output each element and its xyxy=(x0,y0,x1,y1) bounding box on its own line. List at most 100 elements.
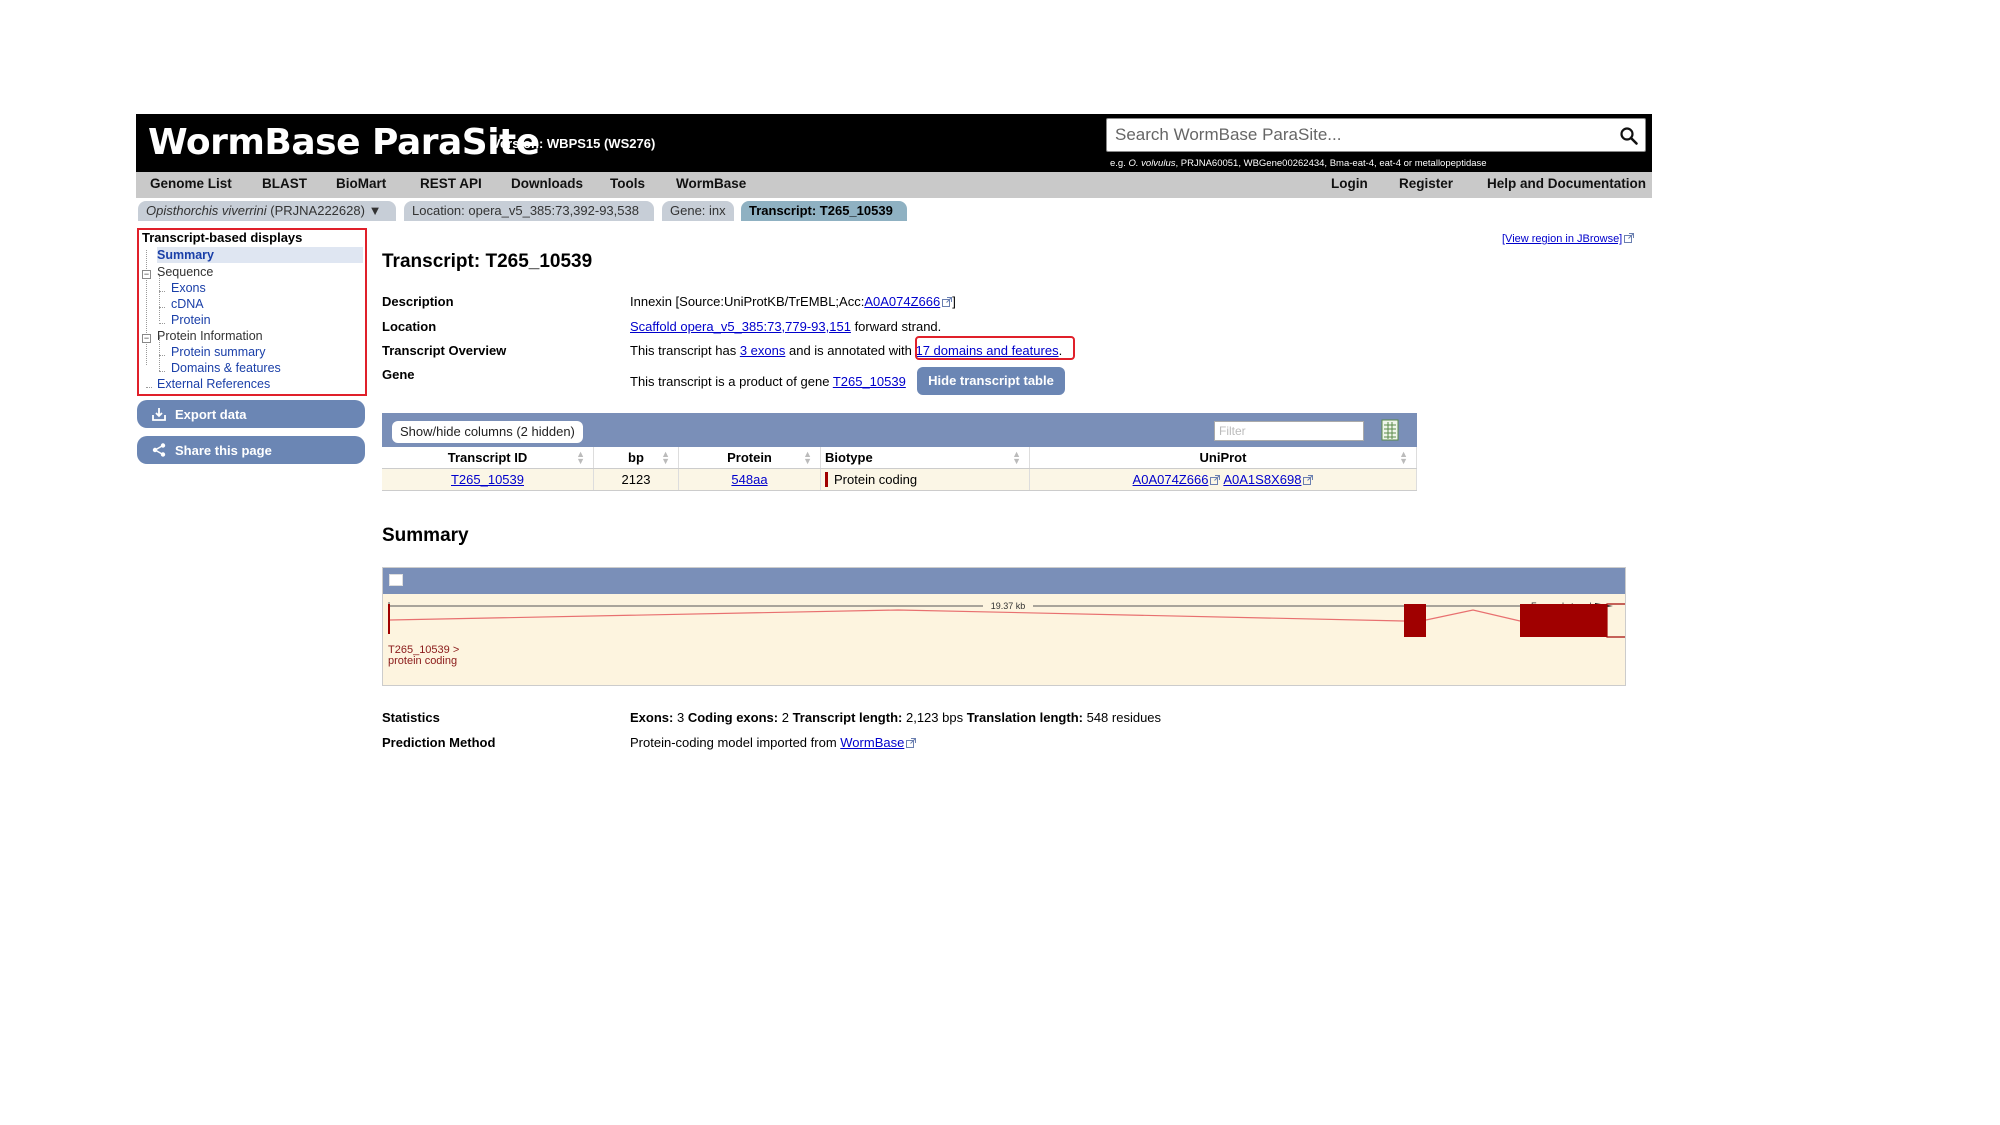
table-row: T265_10539 2123 548aa Protein coding A0A… xyxy=(382,468,1417,491)
sidebar-item-sequence[interactable]: Sequence xyxy=(157,265,213,279)
table-header-row: Transcript ID ▲ ▼ bp ▲ ▼ Protein ▲ ▼ Biotype ▲ ▼… xyxy=(382,447,1417,469)
masthead: WormBase ParaSite Version: WBPS15 (WS276… xyxy=(136,114,1652,172)
nav-downloads[interactable]: Downloads xyxy=(511,176,583,191)
statistics-value: Exons: 3 Coding exons: 2 Transcript leng… xyxy=(630,710,1162,725)
cell-transcript-id: T265_10539 xyxy=(382,468,594,491)
intron-1 xyxy=(389,609,1405,622)
tree-guide xyxy=(159,323,165,324)
table-filter-input[interactable] xyxy=(1214,421,1364,441)
nav-genome-list[interactable]: Genome List xyxy=(150,176,232,191)
exons-link[interactable]: 3 exons xyxy=(740,343,786,358)
external-link-icon xyxy=(1210,475,1221,485)
cell-protein: 548aa xyxy=(678,468,821,491)
sidebar-item-domains-features[interactable]: Domains & features xyxy=(171,361,281,375)
exon-2 xyxy=(1404,604,1426,637)
sidebar-item-summary[interactable]: Summary xyxy=(157,248,214,262)
breadcrumb-transcript[interactable]: Transcript: T265_10539 xyxy=(741,201,907,221)
uniprot-link-2[interactable]: A0A1S8X698 xyxy=(1223,472,1301,487)
transcript-overview-label: Transcript Overview xyxy=(382,343,507,358)
exon-3-coding xyxy=(1520,604,1607,637)
export-icon xyxy=(152,408,166,421)
transcript-track: 19.37 kb Forward strand T265_10539 > pro… xyxy=(388,599,1625,667)
external-link-icon xyxy=(906,738,917,748)
tree-guide xyxy=(159,307,165,308)
scaffold-location-link[interactable]: Scaffold opera_v5_385:73,779-93,151 xyxy=(630,319,851,334)
column-header-biotype[interactable]: Biotype ▲ ▼ xyxy=(820,447,1030,469)
breadcrumb-gene[interactable]: Gene: inx xyxy=(662,201,734,221)
main-nav-bar: Genome List BLAST BioMart REST API Downl… xyxy=(136,172,1652,198)
location-value: Scaffold opera_v5_385:73,779-93,151 forw… xyxy=(630,319,942,334)
biotype-color-swatch xyxy=(825,472,828,487)
uniprot-accession-link[interactable]: A0A074Z666 xyxy=(864,294,940,309)
prediction-method-label: Prediction Method xyxy=(382,735,496,750)
nav-wormbase[interactable]: WormBase xyxy=(676,176,746,191)
image-icon[interactable] xyxy=(389,574,403,586)
column-header-bp[interactable]: bp ▲ ▼ xyxy=(593,447,679,469)
sidebar-item-protein-summary[interactable]: Protein summary xyxy=(171,345,265,359)
nav-biomart[interactable]: BioMart xyxy=(336,176,386,191)
nav-help-documentation[interactable]: Help and Documentation xyxy=(1487,176,1646,191)
external-link-icon xyxy=(1624,233,1635,243)
gene-link[interactable]: T265_10539 xyxy=(833,374,906,389)
nav-login[interactable]: Login xyxy=(1331,176,1368,191)
collapse-protein-info-icon[interactable]: − xyxy=(142,334,151,343)
sort-icon: ▲ ▼ xyxy=(661,449,670,466)
sidebar-item-external-references[interactable]: External References xyxy=(157,377,270,391)
description-value: Innexin [Source:UniProtKB/TrEMBL;Acc:A0A… xyxy=(630,294,956,309)
column-header-uniprot[interactable]: UniProt ▲ ▼ xyxy=(1029,447,1417,469)
tree-guide xyxy=(159,355,165,356)
breadcrumb-species[interactable]: Opisthorchis viverrini (PRJNA222628) ▼ xyxy=(138,201,396,221)
statistics-label: Statistics xyxy=(382,710,440,725)
external-link-icon xyxy=(1303,475,1314,485)
nav-blast[interactable]: BLAST xyxy=(262,176,307,191)
show-hide-columns-button[interactable]: Show/hide columns (2 hidden) xyxy=(392,421,583,443)
sidebar-title: Transcript-based displays xyxy=(142,230,303,245)
tree-guide xyxy=(146,387,152,388)
nav-tools[interactable]: Tools xyxy=(610,176,645,191)
track-label-biotype: protein coding xyxy=(388,655,457,667)
description-label: Description xyxy=(382,294,454,309)
wormbase-parasite-logo[interactable]: WormBase ParaSite xyxy=(148,122,540,164)
wormbase-link[interactable]: WormBase xyxy=(840,735,904,750)
uniprot-link-1[interactable]: A0A074Z666 xyxy=(1133,472,1209,487)
search-input[interactable] xyxy=(1107,119,1613,151)
exon-1 xyxy=(388,604,390,634)
search-example: e.g. O. volvulus, PRJNA60051, WBGene0026… xyxy=(1110,158,1487,169)
export-table-icon[interactable] xyxy=(1381,419,1399,441)
intron-2 xyxy=(1425,609,1521,622)
domains-highlight-box xyxy=(915,336,1075,360)
nav-rest-api[interactable]: REST API xyxy=(420,176,482,191)
export-data-button[interactable]: Export data xyxy=(137,400,365,428)
transcript-displays-panel: Transcript-based displays − − Summary Se… xyxy=(137,228,367,396)
gene-value: This transcript is a product of gene T26… xyxy=(630,374,906,389)
collapse-sequence-icon[interactable]: − xyxy=(142,270,151,279)
transcript-id-link[interactable]: T265_10539 xyxy=(451,472,524,487)
cell-bp: 2123 xyxy=(593,468,679,491)
search-icon[interactable] xyxy=(1619,126,1639,146)
prediction-method-value: Protein-coding model imported from WormB… xyxy=(630,735,917,750)
breadcrumb-location[interactable]: Location: opera_v5_385:73,392-93,538 xyxy=(404,201,654,221)
transcript-table: Transcript ID ▲ ▼ bp ▲ ▼ Protein ▲ ▼ Biotype ▲ ▼… xyxy=(382,447,1417,491)
image-panel-toolbar xyxy=(383,568,1625,594)
cell-uniprot: A0A074Z666 A0A1S8X698 xyxy=(1029,468,1417,491)
chevron-down-icon[interactable]: ▼ xyxy=(369,203,382,218)
page-title: Transcript: T265_10539 xyxy=(382,251,593,272)
external-link-icon xyxy=(942,297,953,307)
sidebar-item-cdna[interactable]: cDNA xyxy=(171,297,204,311)
search-box xyxy=(1106,118,1646,152)
sidebar-item-exons[interactable]: Exons xyxy=(171,281,206,295)
tree-guide xyxy=(159,371,165,372)
nav-register[interactable]: Register xyxy=(1399,176,1453,191)
sidebar-item-protein-information[interactable]: Protein Information xyxy=(157,329,263,343)
gene-label: Gene xyxy=(382,367,415,382)
share-icon xyxy=(152,443,166,457)
column-header-transcript-id[interactable]: Transcript ID ▲ ▼ xyxy=(382,447,594,469)
hide-transcript-table-button[interactable]: Hide transcript table xyxy=(917,367,1065,395)
view-in-jbrowse-link[interactable]: [View region in JBrowse] xyxy=(1502,233,1635,245)
tree-guide xyxy=(159,274,160,321)
protein-link[interactable]: 548aa xyxy=(731,472,767,487)
sort-icon: ▲ ▼ xyxy=(1399,449,1408,466)
column-header-protein[interactable]: Protein ▲ ▼ xyxy=(678,447,821,469)
sidebar-item-protein[interactable]: Protein xyxy=(171,313,211,327)
share-page-button[interactable]: Share this page xyxy=(137,436,365,464)
